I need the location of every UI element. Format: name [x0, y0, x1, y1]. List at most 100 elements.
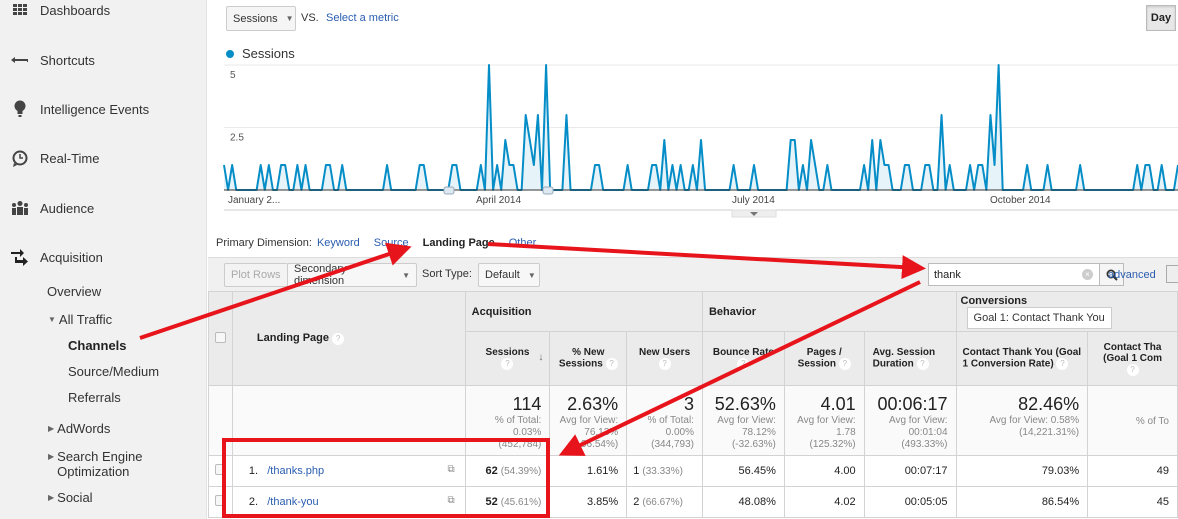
totals-label-cell — [231, 385, 466, 456]
search-value: thank — [934, 268, 961, 281]
people-icon — [0, 201, 40, 215]
total-bounce-rate: 52.63% Avg for View: 78.12% (-32.63%) — [701, 385, 785, 456]
total-sub3: (-32.63%) — [731, 439, 776, 450]
advanced-filter-link[interactable]: advanced — [1108, 269, 1156, 281]
landing-page-link[interactable]: /thank-you — [267, 496, 318, 508]
sidebar-item-audience[interactable]: Audience — [0, 196, 94, 220]
sidebar-item-referrals[interactable]: Referrals — [68, 390, 121, 405]
goal-conversion-rate-column-header[interactable]: Contact Thank You (Goal 1 Conversion Rate… — [955, 331, 1089, 386]
help-icon[interactable]: ? — [605, 358, 618, 370]
sort-type-dropdown[interactable]: Default ▼ — [478, 263, 540, 287]
sidebar-item-source-medium[interactable]: Source/Medium — [68, 364, 159, 379]
dimension-other[interactable]: Other — [509, 237, 537, 249]
total-sub3: (344,793) — [651, 439, 694, 450]
sort-type-label: Sort Type: — [422, 268, 472, 280]
sessions-column-header[interactable]: Sessions? ↓ — [464, 331, 551, 386]
total-sub1: Avg for View: 0.58% — [989, 415, 1080, 426]
table-row: 1. /thanks.php ⧉ 62 (54.39%) 1.61% 1 (33.… — [208, 455, 1178, 487]
select-metric-link[interactable]: Select a metric — [326, 12, 399, 24]
total-sub1: % of Total: — [494, 415, 542, 426]
avg-session-duration-column-header[interactable]: Avg. Session Duration ? — [863, 331, 957, 386]
acquisition-group-header: Acquisition — [464, 291, 703, 332]
help-icon[interactable]: ? — [658, 358, 671, 370]
main-content: Sessions ▼ VS. Select a metric Day Sessio… — [208, 0, 1178, 519]
y-tick-label: 5 — [230, 70, 236, 81]
totals-row: 114% of Total: 0.03% (452,784) 2.63% Avg fo… — [208, 385, 1178, 456]
day-button[interactable]: Day — [1146, 5, 1176, 31]
dimension-landing-page[interactable]: Landing Page — [423, 237, 495, 249]
dashboard-grid-icon — [0, 4, 40, 16]
behavior-group-header: Behavior — [701, 291, 957, 332]
dimension-keyword[interactable]: Keyword — [317, 237, 360, 249]
select-all-checkbox[interactable] — [214, 331, 226, 343]
pages-per-session-column-header[interactable]: Pages / Session ? — [783, 331, 865, 386]
new-sessions-cell: 1.61% — [549, 455, 628, 487]
total-value: 2.63% — [567, 394, 619, 414]
dimension-source[interactable]: Source — [374, 237, 409, 249]
column-header-label: Sessions — [485, 347, 530, 358]
help-icon[interactable]: ? — [332, 332, 345, 345]
row-checkbox[interactable] — [214, 464, 226, 475]
bounce-rate-column-header[interactable]: Bounce Rate? — [701, 331, 785, 386]
help-icon[interactable]: ? — [838, 358, 851, 370]
total-sub3: (493.33%) — [901, 439, 948, 450]
new-sessions-column-header[interactable]: % New Sessions ? — [549, 331, 628, 386]
open-page-icon[interactable]: ⧉ — [448, 464, 455, 475]
total-sub3: (452,784) — [498, 439, 542, 450]
help-icon[interactable]: ? — [501, 358, 514, 370]
goal-select-dropdown[interactable]: Goal 1: Contact Thank You — [966, 306, 1112, 329]
bounce-rate-cell: 56.45% — [701, 455, 785, 487]
help-icon[interactable]: ? — [1056, 358, 1069, 370]
goal-completions-column-header[interactable]: Contact Tha (Goal 1 Com? — [1087, 331, 1178, 386]
row-index: 2. — [248, 496, 259, 508]
sessions-chart[interactable]: 5 2.5 January 2... April 2014 July 2014 Octob… — [223, 60, 1178, 220]
new-users-value: 2 — [633, 496, 640, 508]
total-value: 4.01 — [820, 394, 856, 414]
sessions-pct: (54.39%) — [500, 466, 542, 477]
sidebar-item-intelligence-events[interactable]: Intelligence Events — [0, 97, 149, 121]
metric-dropdown[interactable]: Sessions ▼ — [226, 6, 296, 31]
help-icon[interactable]: ? — [916, 358, 929, 370]
chevron-down-icon: ▼ — [285, 14, 294, 23]
sidebar-item-real-time[interactable]: Real-Time — [0, 146, 99, 170]
column-header-label-2: 1 Conversion Rate) — [962, 358, 1054, 370]
totals-checkbox-cell — [208, 385, 233, 456]
sidebar-item-social[interactable]: ▶ Social — [48, 490, 93, 505]
clear-search-icon[interactable]: × — [1082, 269, 1093, 280]
sidebar-item-all-traffic[interactable]: ▼ All Traffic — [48, 312, 112, 327]
sidebar-item-seo[interactable]: ▶ Search Engine Optimization — [48, 449, 142, 479]
table-search-input[interactable]: thank × — [928, 263, 1100, 286]
sidebar-item-shortcuts[interactable]: Shortcuts — [0, 48, 95, 72]
table-view-icon[interactable] — [1166, 265, 1178, 283]
landing-page-header-label: Landing Page — [256, 332, 330, 345]
plot-rows-button[interactable]: Plot Rows — [224, 263, 288, 287]
data-table: Landing Page ? Acquisition Behavior Conv… — [208, 291, 1178, 518]
help-icon[interactable]: ? — [737, 358, 750, 370]
sidebar-item-adwords[interactable]: ▶ AdWords — [48, 421, 110, 436]
sidebar-item-dashboards[interactable]: Dashboards — [0, 0, 110, 22]
sidebar-item-label: Source/Medium — [68, 364, 160, 379]
row-checkbox-cell — [208, 486, 233, 518]
new-users-column-header[interactable]: New Users? — [626, 331, 703, 386]
sidebar-item-channels[interactable]: Channels — [68, 338, 127, 353]
x-tick-label: January 2... — [228, 195, 280, 206]
row-checkbox[interactable] — [214, 495, 226, 506]
landing-page-link[interactable]: /thanks.php — [267, 465, 324, 477]
clock-icon — [0, 150, 40, 167]
primary-dimension-label: Primary Dimension: — [216, 237, 312, 249]
help-icon[interactable]: ? — [1126, 363, 1139, 376]
total-sub2: 0.00% — [665, 427, 694, 438]
sidebar-item-overview[interactable]: Overview — [47, 284, 101, 299]
column-header-label: New Users — [639, 347, 691, 358]
sidebar-item-label: Search Engine Optimization — [57, 449, 142, 479]
column-header-label-2: Duration — [872, 358, 914, 370]
sort-descending-icon: ↓ — [538, 352, 544, 363]
sidebar-item-acquisition[interactable]: Acquisition — [0, 245, 103, 269]
landing-page-header[interactable]: Landing Page ? — [231, 291, 466, 386]
total-sub2: 0.03% — [512, 427, 542, 438]
open-page-icon[interactable]: ⧉ — [448, 495, 455, 506]
secondary-dimension-dropdown[interactable]: Secondary dimension ▼ — [287, 263, 417, 287]
table-row: 2. /thank-you ⧉ 52 (45.61%) 3.85% 2 (66.6… — [208, 486, 1178, 518]
column-header-label: % New — [572, 347, 605, 358]
avg-duration-cell: 00:07:17 — [863, 455, 957, 487]
